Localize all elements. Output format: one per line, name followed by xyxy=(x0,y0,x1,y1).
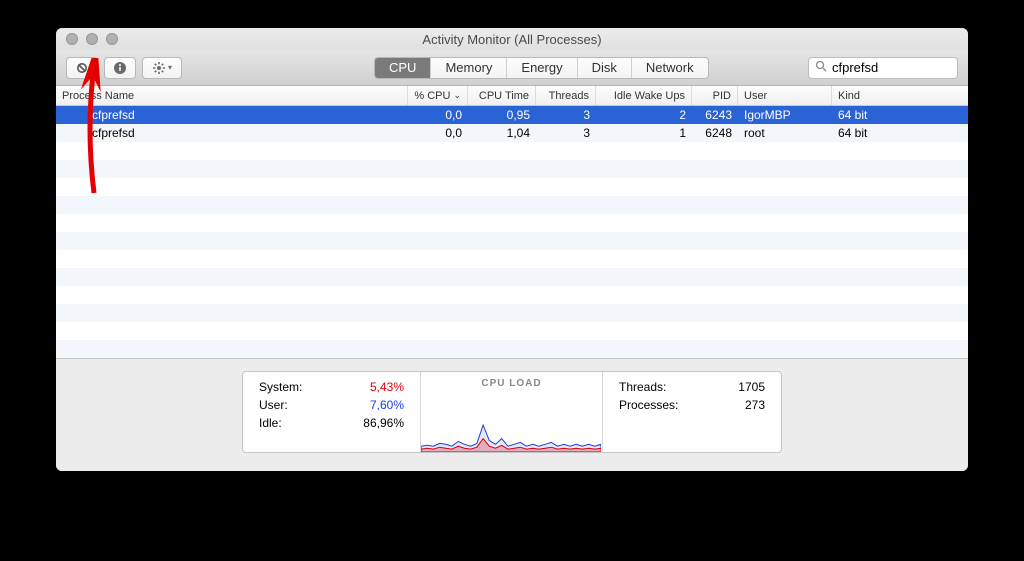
col-header-name[interactable]: Process Name xyxy=(56,86,408,105)
table-row-empty xyxy=(56,160,968,178)
chevron-down-icon: ▾ xyxy=(168,63,172,72)
chevron-down-icon: ⌄ xyxy=(453,90,461,101)
system-label: System: xyxy=(259,380,302,394)
threads-label: Threads: xyxy=(619,380,666,394)
tab-network[interactable]: Network xyxy=(632,58,708,78)
close-window-button[interactable] xyxy=(66,33,78,45)
processes-value: 273 xyxy=(745,398,765,412)
footer: System: 5,43% User: 7,60% Idle: 86,96% CPU … xyxy=(56,358,968,471)
system-value: 5,43% xyxy=(370,380,404,394)
col-header-wake[interactable]: Idle Wake Ups xyxy=(596,86,692,105)
table-row-empty xyxy=(56,322,968,340)
search-input[interactable] xyxy=(832,60,968,75)
zoom-window-button[interactable] xyxy=(106,33,118,45)
table-row[interactable]: cfprefsd0,01,04316248root64 bit xyxy=(56,124,968,142)
table-row-empty xyxy=(56,196,968,214)
table-row-empty xyxy=(56,142,968,160)
tab-memory[interactable]: Memory xyxy=(431,58,507,78)
activity-monitor-window: Activity Monitor (All Processes) xyxy=(56,28,968,471)
search-icon xyxy=(815,60,827,75)
user-label: User: xyxy=(259,398,288,412)
col-header-kind[interactable]: Kind xyxy=(832,86,968,105)
process-table[interactable]: cfprefsd0,00,95326243IgorMBP64 bitcfpref… xyxy=(56,106,968,358)
toolbar: ▾ CPU Memory Energy Disk Network xyxy=(56,50,968,86)
tab-segment: CPU Memory Energy Disk Network xyxy=(374,57,709,79)
tab-energy[interactable]: Energy xyxy=(507,58,577,78)
view-options-button[interactable]: ▾ xyxy=(142,57,182,79)
tab-cpu[interactable]: CPU xyxy=(375,58,431,78)
table-row-empty xyxy=(56,250,968,268)
col-header-user[interactable]: User xyxy=(738,86,832,105)
titlebar: Activity Monitor (All Processes) xyxy=(56,28,968,50)
table-header: Process Name % CPU⌄ CPU Time Threads Idl… xyxy=(56,86,968,106)
cpu-usage-panel: System: 5,43% User: 7,60% Idle: 86,96% xyxy=(243,372,421,452)
col-header-cpu[interactable]: % CPU⌄ xyxy=(408,86,468,105)
search-field[interactable] xyxy=(808,57,958,79)
quit-process-button[interactable] xyxy=(66,57,98,79)
minimize-window-button[interactable] xyxy=(86,33,98,45)
user-value: 7,60% xyxy=(370,398,404,412)
tab-disk[interactable]: Disk xyxy=(578,58,632,78)
processes-label: Processes: xyxy=(619,398,678,412)
window-title: Activity Monitor (All Processes) xyxy=(56,32,968,47)
table-row-empty xyxy=(56,214,968,232)
threads-value: 1705 xyxy=(738,380,765,394)
cpu-load-chart: CPU LOAD xyxy=(421,372,603,452)
col-header-time[interactable]: CPU Time xyxy=(468,86,536,105)
idle-label: Idle: xyxy=(259,416,282,430)
table-row-empty xyxy=(56,286,968,304)
table-row[interactable]: cfprefsd0,00,95326243IgorMBP64 bit xyxy=(56,106,968,124)
table-row-empty xyxy=(56,340,968,358)
table-row-empty xyxy=(56,304,968,322)
col-header-pid[interactable]: PID xyxy=(692,86,738,105)
table-row-empty xyxy=(56,268,968,286)
idle-value: 86,96% xyxy=(363,416,404,430)
table-row-empty xyxy=(56,178,968,196)
col-header-threads[interactable]: Threads xyxy=(536,86,596,105)
info-button[interactable] xyxy=(104,57,136,79)
chart-title: CPU LOAD xyxy=(421,372,602,389)
table-row-empty xyxy=(56,232,968,250)
counts-panel: Threads: 1705 Processes: 273 xyxy=(603,372,781,452)
